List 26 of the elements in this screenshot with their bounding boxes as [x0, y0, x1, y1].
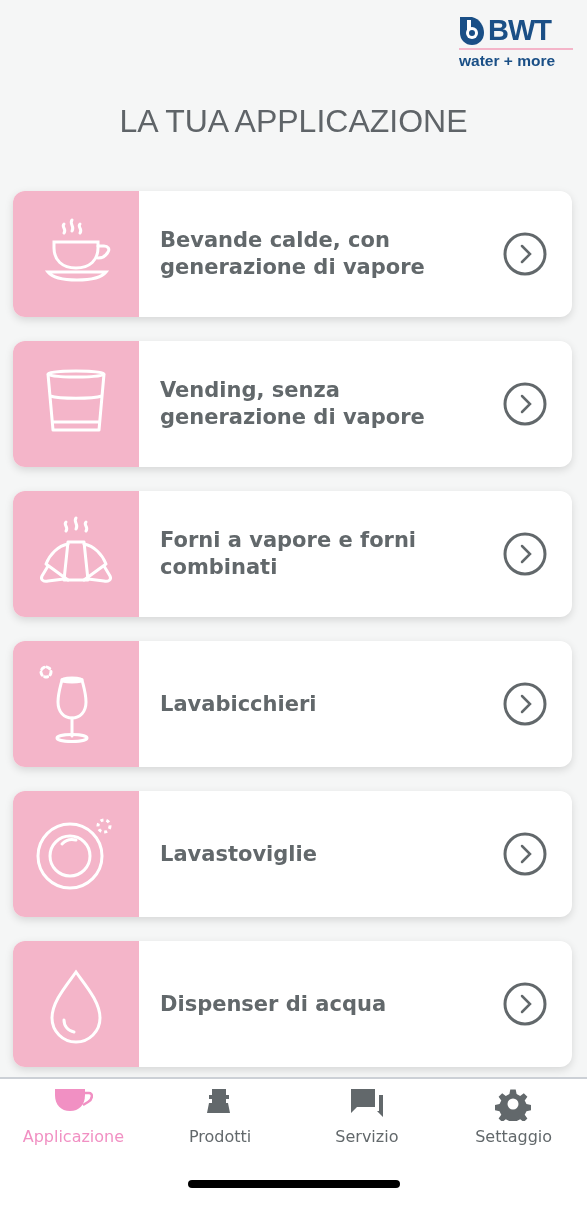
- chevron-right-icon[interactable]: [503, 382, 547, 426]
- brand-tagline: water + more: [459, 52, 557, 70]
- tab[interactable]: Settaggio: [440, 1087, 587, 1146]
- water-drop-logo-icon: [459, 15, 485, 45]
- application-label: Forni a vapore e forni combinati: [159, 527, 418, 581]
- application-label: Dispenser di acqua: [159, 990, 388, 1018]
- tab[interactable]: Servizio: [293, 1087, 441, 1146]
- application-label: Bevande calde, con generazione di vapore: [159, 227, 426, 281]
- application-label: Lavabicchieri: [159, 690, 318, 718]
- application-label: Lavastoviglie: [159, 840, 318, 868]
- application-card[interactable]: Lavabicchieri: [13, 641, 572, 767]
- application-card[interactable]: Bevande calde, con generazione di vapore: [13, 191, 572, 317]
- chevron-right-icon[interactable]: [503, 232, 547, 276]
- chevron-right-icon[interactable]: [503, 832, 547, 876]
- brand-logo: BWT: [488, 15, 552, 45]
- settings-icon: [493, 1087, 534, 1121]
- application-card[interactable]: Forni a vapore e forni combinati: [13, 491, 572, 617]
- application-label: Vending, senza generazione di vapore: [159, 377, 426, 431]
- chevron-right-icon[interactable]: [503, 532, 547, 576]
- tab[interactable]: Prodotti: [146, 1087, 294, 1146]
- application-card[interactable]: Lavastoviglie: [13, 791, 572, 917]
- chevron-right-icon[interactable]: [503, 682, 547, 726]
- page-title: LA TUA APPLICAZIONE: [118, 102, 469, 141]
- application-card[interactable]: Dispenser di acqua: [13, 941, 572, 1067]
- application-card[interactable]: Vending, senza generazione di vapore: [13, 341, 572, 467]
- chevron-right-icon[interactable]: [503, 982, 547, 1026]
